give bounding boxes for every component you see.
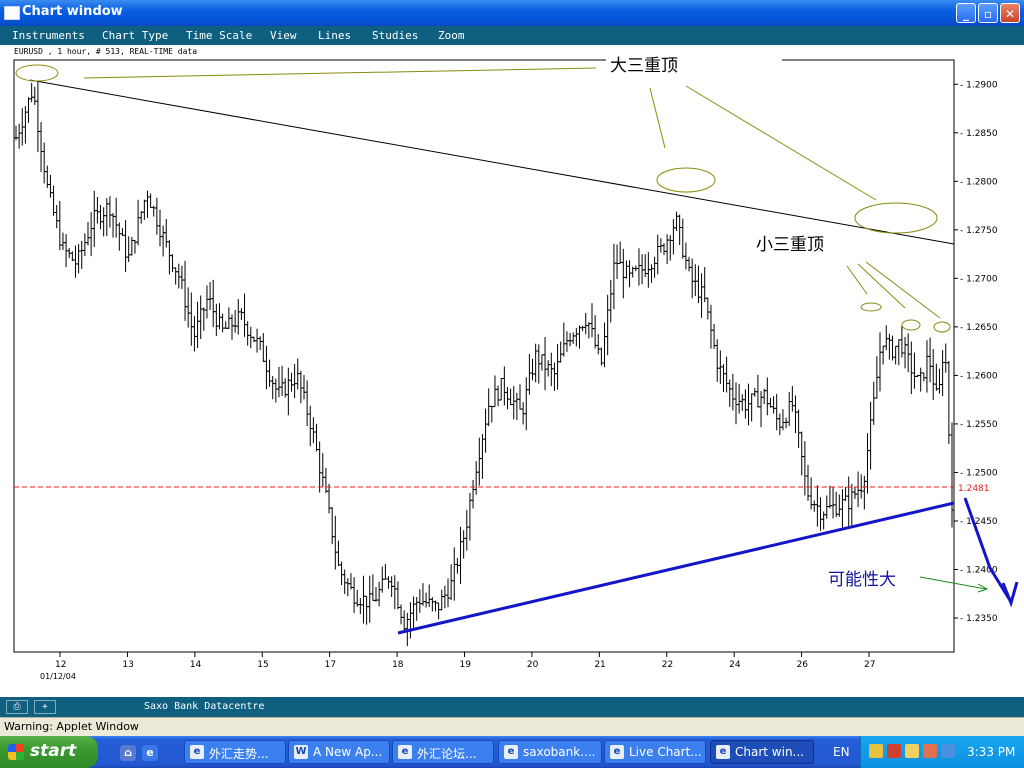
tray-icon[interactable] — [905, 744, 919, 758]
tray-icon[interactable] — [941, 744, 955, 758]
leader-line — [83, 67, 597, 79]
top-ellipse-1 — [15, 64, 59, 82]
resistance-trendline[interactable] — [29, 79, 955, 245]
y-tick-label: - 1.2550 — [960, 420, 998, 430]
y-tick-label: - 1.2700 — [960, 274, 998, 284]
tray-icon[interactable] — [923, 744, 937, 758]
y-axis: - 1.2900 - 1.2850 - 1.2800 - 1.2750 - 1.2700… — [954, 80, 998, 624]
word-icon: W — [294, 745, 308, 759]
taskbar-item[interactable]: e 外汇走势... — [184, 740, 286, 764]
leader-line — [649, 87, 666, 149]
y-tick-label: - 1.2500 — [960, 468, 998, 478]
taskbar-item[interactable]: W A New Ap... — [288, 740, 390, 764]
y-tick-label: - 1.2850 — [960, 129, 998, 139]
y-tick-label: - 1.2800 — [960, 177, 998, 187]
taskbar-item-active[interactable]: e Chart win... — [710, 740, 814, 764]
y-tick-label: - 1.2450 — [960, 517, 998, 527]
top-ellipse-2 — [656, 167, 716, 193]
y-tick-label: - 1.2650 — [960, 323, 998, 333]
x-tick-label: 26 — [797, 660, 809, 670]
x-tick-label: 19 — [460, 660, 472, 670]
x-tick-label: 17 — [325, 660, 336, 670]
support-trendline[interactable] — [397, 501, 955, 635]
browser-icon: e — [504, 745, 518, 759]
tray-icon[interactable] — [869, 744, 883, 758]
y-tick-label: - 1.2600 — [960, 371, 998, 381]
x-date-label: 01/12/04 — [40, 672, 76, 681]
x-axis: 12 13 14 15 17 18 19 20 21 22 24 26 27 01/12/04 — [40, 652, 875, 681]
x-tick-label: 14 — [190, 660, 202, 670]
y-tick-label: - 1.2350 — [960, 614, 998, 624]
internet-explorer-icon[interactable]: e — [142, 745, 158, 761]
small-triple-top-label: 小三重顶 — [756, 235, 824, 255]
x-tick-label: 24 — [729, 660, 741, 670]
print-icon[interactable]: ⎙ — [6, 700, 28, 714]
start-label: start — [30, 741, 77, 761]
y-tick-label: - 1.2750 — [960, 226, 998, 236]
browser-icon: e — [190, 745, 204, 759]
x-tick-label: 27 — [864, 660, 875, 670]
top-ellipse-3 — [854, 202, 938, 234]
x-tick-label: 13 — [122, 660, 133, 670]
crosshair-icon[interactable]: + — [34, 700, 56, 714]
x-tick-label: 12 — [55, 660, 66, 670]
small-top-ellipse-3 — [933, 321, 951, 333]
price-bars — [14, 81, 954, 647]
x-tick-label: 21 — [594, 660, 605, 670]
applet-warning-bar: Warning: Applet Window — [0, 717, 1024, 736]
browser-icon: e — [716, 745, 730, 759]
system-tray: EN 3:33 PM — [833, 736, 1024, 768]
current-price-label: 1.2481 — [958, 484, 990, 494]
y-tick-label: - 1.2900 — [960, 80, 998, 90]
windows-logo-icon — [8, 744, 24, 760]
big-triple-top-label: 大三重顶 — [610, 56, 678, 76]
high-probability-label: 可能性大 — [828, 570, 896, 590]
x-tick-label: 18 — [392, 660, 404, 670]
applet-warning-text: Warning: Applet Window — [4, 720, 139, 733]
taskbar-item[interactable]: e saxobank.... — [498, 740, 602, 764]
language-indicator[interactable]: EN — [833, 745, 850, 759]
tray-icon[interactable] — [887, 744, 901, 758]
clock: 3:33 PM — [967, 745, 1016, 759]
x-tick-label: 20 — [527, 660, 539, 670]
taskbar-item[interactable]: e 外汇论坛... — [392, 740, 494, 764]
status-bar: ⎙ + Saxo Bank Datacentre — [0, 697, 1024, 717]
browser-icon: e — [398, 745, 412, 759]
small-top-ellipse-1 — [860, 302, 882, 312]
green-arrow — [919, 576, 987, 590]
show-desktop-icon[interactable]: ⌂ — [120, 745, 136, 761]
small-top-ellipse-2 — [901, 319, 921, 331]
price-chart[interactable]: - 1.2900 - 1.2850 - 1.2800 - 1.2750 - 1.2700… — [0, 0, 1024, 697]
x-tick-label: 22 — [662, 660, 673, 670]
start-button[interactable]: start — [0, 736, 98, 768]
leader-line — [865, 261, 941, 319]
taskbar-item[interactable]: e Live Chart... — [604, 740, 706, 764]
status-label: Saxo Bank Datacentre — [144, 701, 265, 712]
plot-frame — [13, 59, 955, 653]
browser-icon: e — [610, 745, 624, 759]
x-tick-label: 15 — [257, 660, 268, 670]
taskbar: start ⌂ e e 外汇走势... W A New Ap... e 外汇论坛… — [0, 736, 1024, 768]
